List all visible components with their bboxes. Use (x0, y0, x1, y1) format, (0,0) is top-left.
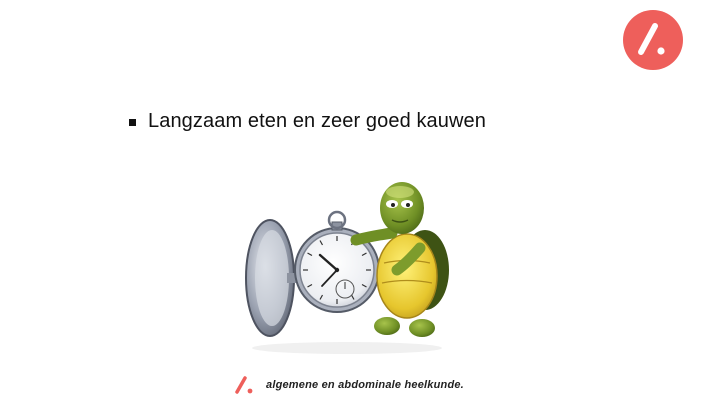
slide: Langzaam eten en zeer goed kauwen algeme… (0, 0, 720, 405)
bullet-text: Langzaam eten en zeer goed kauwen (148, 110, 486, 132)
footer-org-text: algemene en abdominale heelkunde. (266, 379, 464, 391)
bullet-marker (129, 119, 136, 126)
bullet-item: Langzaam eten en zeer goed kauwen (129, 110, 486, 133)
slash-dot-logo-icon (235, 376, 253, 394)
turtle-with-pocket-watch-icon (245, 182, 449, 354)
footer: algemene en abdominale heelkunde. (234, 376, 464, 394)
slash-dot-logo-icon (623, 10, 683, 70)
